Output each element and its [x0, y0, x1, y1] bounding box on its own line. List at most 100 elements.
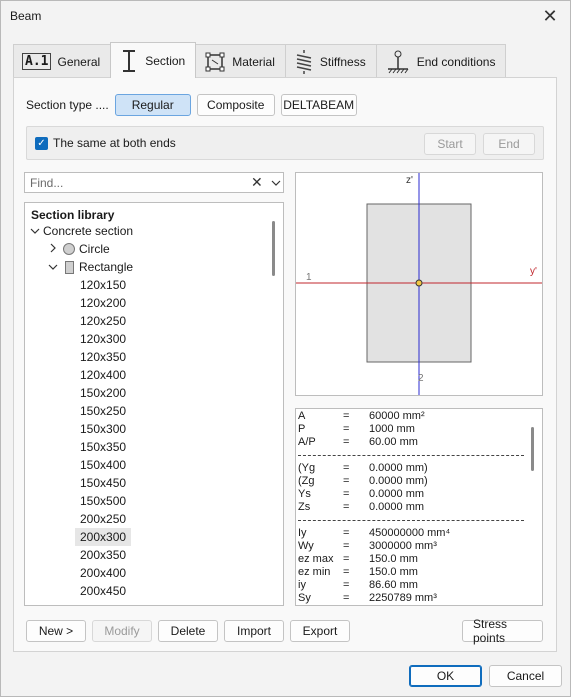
material-icon	[204, 51, 226, 73]
tab-bar: A.1 General Section Material Stiffness E…	[13, 42, 507, 78]
chevron-right-icon[interactable]	[47, 243, 59, 256]
deltabeam-button[interactable]: DELTABEAM	[280, 94, 357, 116]
tab-general-label: General	[57, 54, 101, 69]
list-item[interactable]: 120x200	[75, 294, 131, 312]
same-ends-checkbox[interactable]: ✓	[35, 137, 48, 150]
properties-scrollbar[interactable]	[531, 427, 534, 471]
modify-button[interactable]: Modify	[92, 620, 152, 642]
stress-points-button[interactable]: Stress points	[462, 617, 543, 645]
composite-button[interactable]: Composite	[196, 94, 275, 116]
list-item-selected[interactable]: 200x300	[75, 528, 132, 546]
list-item[interactable]: 200x450	[75, 582, 131, 600]
list-item[interactable]: 120x350	[75, 348, 131, 366]
a1-icon: A.1	[22, 53, 52, 70]
tab-material[interactable]: Material	[195, 44, 286, 78]
prop-row: A = 60000 mm²	[298, 410, 425, 422]
divider	[298, 455, 524, 456]
tree-label-concrete: Concrete section	[43, 224, 134, 238]
list-item[interactable]: 120x250	[75, 312, 131, 330]
list-item[interactable]: 150x400	[75, 456, 131, 474]
prop-row: Iy = 450000000 mm⁴	[298, 527, 451, 539]
import-button[interactable]: Import	[224, 620, 284, 642]
tree-node-circle[interactable]: Circle	[47, 240, 110, 258]
clear-icon[interactable]: ✕	[251, 174, 263, 191]
list-item[interactable]: 150x250	[75, 402, 131, 420]
list-item[interactable]: 120x300	[75, 330, 131, 348]
chevron-down-icon[interactable]	[269, 174, 283, 192]
prop-row: iy = 86.60 mm	[298, 579, 418, 591]
delete-button[interactable]: Delete	[158, 620, 218, 642]
ok-button[interactable]: OK	[409, 665, 482, 687]
list-item[interactable]: 200x400	[75, 564, 131, 582]
section-panel: Section type .... Regular Composite DELT…	[13, 77, 557, 652]
section-type-label: Section type ....	[26, 98, 109, 112]
i-beam-icon	[119, 49, 139, 73]
circle-shape-icon	[63, 243, 75, 255]
point-1-label: 1	[306, 272, 312, 283]
export-button[interactable]: Export	[290, 620, 350, 642]
list-item[interactable]: 120x150	[75, 276, 131, 294]
list-item[interactable]: 120x400	[75, 366, 131, 384]
list-item[interactable]: 150x450	[75, 474, 131, 492]
section-drawing: z' y' 1 2	[296, 173, 542, 395]
beam-dialog: Beam ✕ A.1 General Section Material Stif…	[0, 0, 571, 697]
rectangle-shape-icon	[65, 260, 74, 274]
tree-label-circle: Circle	[79, 242, 110, 256]
list-item[interactable]: 200x350	[75, 546, 131, 564]
library-actions: New > Modify Delete Import Export Stress…	[26, 617, 546, 645]
section-properties: A = 60000 mm² P = 1000 mm A/P = 60.00 mm (Yg = 0…	[295, 408, 543, 606]
tab-general[interactable]: A.1 General	[13, 44, 112, 78]
prop-row: (Yg = 0.0000 mm)	[298, 462, 428, 474]
title-bar: Beam ✕	[1, 1, 570, 33]
list-item[interactable]: 150x500	[75, 492, 131, 510]
prop-row: (Zg = 0.0000 mm)	[298, 475, 428, 487]
prop-row: ez min = 150.0 mm	[298, 566, 418, 578]
centroid-marker	[415, 279, 423, 287]
tab-stiffness[interactable]: Stiffness	[284, 44, 377, 78]
close-icon[interactable]: ✕	[536, 3, 564, 29]
regular-button[interactable]: Regular	[114, 94, 191, 116]
prop-row: A/P = 60.00 mm	[298, 436, 418, 448]
list-item[interactable]: 150x350	[75, 438, 131, 456]
list-item[interactable]: 150x200	[75, 384, 131, 402]
list-item[interactable]: 200x250	[75, 510, 131, 528]
prop-row: Zs = 0.0000 mm	[298, 501, 425, 513]
chevron-down-icon[interactable]	[47, 262, 59, 273]
tab-end-conditions-label: End conditions	[416, 54, 496, 69]
prop-row: Wy = 3000000 mm³	[298, 540, 437, 552]
start-button[interactable]: Start	[424, 133, 476, 155]
find-box: ✕	[24, 172, 284, 193]
search-input[interactable]	[28, 175, 238, 191]
section-library-tree: Section library Concrete section Circle	[24, 202, 284, 606]
support-icon	[385, 49, 411, 75]
end-button[interactable]: End	[483, 133, 535, 155]
tree-node-rectangle[interactable]: Rectangle	[47, 258, 133, 276]
prop-row: Sy = 2250789 mm³	[298, 592, 437, 604]
same-ends-group: ✓ The same at both ends Start End	[26, 126, 544, 160]
tree-label-rectangle: Rectangle	[79, 260, 134, 274]
divider	[298, 520, 524, 521]
prop-row: P = 1000 mm	[298, 423, 415, 435]
same-ends-label: The same at both ends	[53, 136, 176, 150]
spring-icon	[294, 49, 314, 75]
z-axis-label: z'	[406, 175, 413, 186]
tab-material-label: Material	[232, 54, 275, 69]
section-preview: z' y' 1 2	[295, 172, 543, 396]
chevron-down-icon[interactable]	[29, 226, 41, 237]
window-title: Beam	[10, 9, 42, 23]
library-header: Section library	[31, 208, 115, 222]
section-type-row: Section type .... Regular Composite DELT…	[26, 94, 363, 116]
tree-node-concrete[interactable]: Concrete section	[29, 222, 133, 240]
cancel-button[interactable]: Cancel	[489, 665, 562, 687]
tab-end-conditions[interactable]: End conditions	[375, 44, 507, 78]
y-axis-label: y'	[530, 266, 537, 277]
new-button[interactable]: New >	[26, 620, 86, 642]
prop-row: Ys = 0.0000 mm	[298, 488, 425, 500]
tree-scrollbar[interactable]	[272, 221, 275, 276]
prop-row: ez max = 150.0 mm	[298, 553, 418, 565]
tab-stiffness-label: Stiffness	[319, 54, 366, 69]
tab-section[interactable]: Section	[110, 42, 197, 78]
list-item[interactable]: 150x300	[75, 420, 131, 438]
point-2-label: 2	[418, 373, 424, 384]
tab-section-label: Section	[145, 53, 186, 68]
